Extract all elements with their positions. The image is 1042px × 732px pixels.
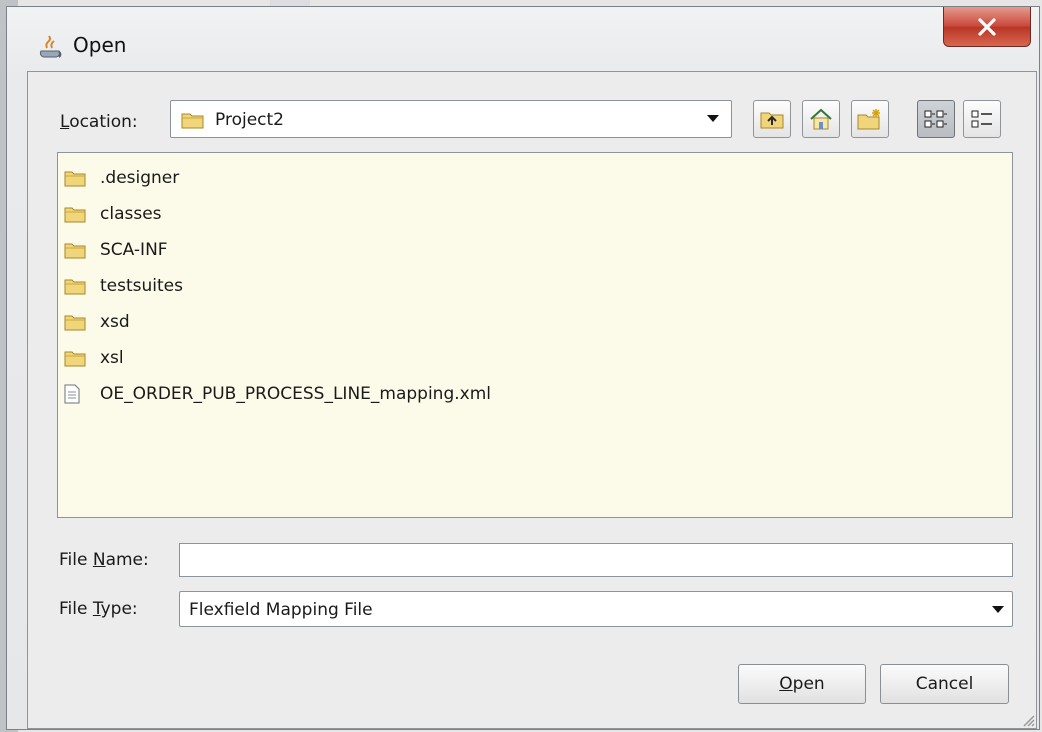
file-type-value: Flexfield Mapping File — [189, 600, 373, 620]
folder-item[interactable]: testsuites — [64, 269, 183, 303]
folder-item[interactable]: xsd — [64, 305, 130, 339]
file-name-label: File Name: — [59, 550, 149, 570]
new-folder-icon — [857, 109, 880, 130]
folder-icon — [64, 277, 86, 295]
cancel-button-label: Cancel — [915, 674, 974, 694]
file-item-label: OE_ORDER_PUB_PROCESS_LINE_mapping.xml — [100, 384, 491, 404]
folder-icon — [181, 113, 204, 129]
open-button-label: pen — [792, 674, 825, 694]
open-button-mnemonic: O — [779, 674, 793, 694]
folder-item[interactable]: classes — [64, 197, 162, 231]
file-item-label: xsl — [100, 348, 124, 368]
file-item-label: classes — [100, 204, 162, 224]
close-icon — [978, 17, 996, 36]
location-value: Project2 — [215, 110, 284, 130]
chevron-down-icon[interactable] — [707, 115, 719, 122]
file-type-label-rest: ype: — [100, 599, 138, 619]
folder-icon — [64, 205, 86, 223]
details-view-icon — [971, 110, 992, 128]
folder-icon — [64, 241, 86, 259]
folder-icon — [64, 169, 86, 187]
home-icon — [810, 108, 832, 130]
home-button[interactable] — [802, 100, 840, 138]
file-name-label-rest: ame: — [105, 550, 149, 570]
file-item[interactable]: OE_ORDER_PUB_PROCESS_LINE_mapping.xml — [64, 377, 491, 411]
up-folder-button[interactable] — [753, 100, 791, 138]
details-view-button[interactable] — [963, 100, 1001, 138]
location-combo[interactable]: Project2 — [170, 100, 732, 138]
file-name-input[interactable] — [179, 543, 1013, 577]
file-item-label: .designer — [100, 168, 180, 188]
title-bar[interactable]: Open — [7, 7, 1039, 71]
file-item-label: SCA-INF — [100, 240, 168, 260]
coffee-cup-icon — [39, 35, 62, 58]
chevron-down-icon[interactable] — [992, 606, 1004, 613]
location-label: Location: — [60, 112, 138, 132]
list-view-icon — [924, 110, 947, 128]
folder-up-icon — [760, 112, 784, 129]
xml-file-icon — [64, 384, 86, 404]
open-dialog: Open Location: Project2 .designer classe… — [6, 6, 1040, 730]
list-view-button[interactable] — [917, 100, 955, 138]
folder-item[interactable]: SCA-INF — [64, 233, 168, 267]
folder-item[interactable]: xsl — [64, 341, 124, 375]
file-item-label: testsuites — [100, 276, 183, 296]
file-item-label: xsd — [100, 312, 130, 332]
location-label-rest: ocation: — [69, 112, 138, 132]
resize-grip-icon[interactable] — [1019, 711, 1035, 727]
file-list[interactable]: .designer classes SCA-INF testsuites xsd xsl O… — [57, 152, 1013, 518]
folder-item[interactable]: .designer — [64, 161, 179, 195]
folder-icon — [64, 313, 86, 331]
file-type-label: File Type: — [59, 599, 138, 619]
folder-icon — [64, 349, 86, 367]
open-button[interactable]: Open — [738, 664, 866, 704]
cancel-button[interactable]: Cancel — [880, 664, 1009, 704]
window-title: Open — [73, 33, 127, 57]
new-folder-button[interactable] — [851, 100, 889, 138]
file-type-select[interactable]: Flexfield Mapping File — [179, 591, 1013, 627]
dialog-body: Location: Project2 .designer classes SCA… — [27, 71, 1037, 729]
close-button[interactable] — [943, 7, 1031, 47]
